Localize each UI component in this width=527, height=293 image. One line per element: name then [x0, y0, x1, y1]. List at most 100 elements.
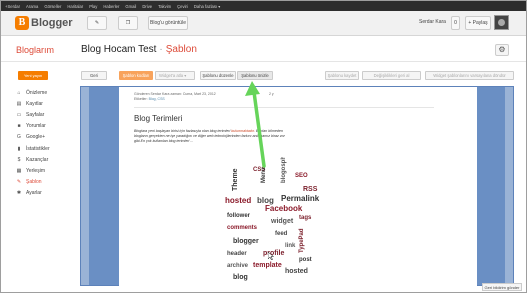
my-blogs-link[interactable]: Bloglarım — [16, 45, 54, 55]
template-preview: Gönderen Serdar Kara zaman: Cuma, Mart 2… — [80, 86, 514, 287]
back-button[interactable]: Geri — [81, 71, 107, 80]
sidebar-item-label: Sayfalar — [26, 111, 45, 118]
share-button[interactable]: + Paylaş — [465, 16, 491, 30]
post-divider — [134, 107, 434, 108]
blogger-logo-text[interactable]: Blogger — [31, 16, 73, 30]
sidebar-item-label: Google+ — [26, 134, 46, 141]
post-body-highlight: bulunmaktadır. — [231, 129, 255, 133]
gbar-item-search[interactable]: Arama — [26, 4, 38, 9]
blog-name: Blog Hocam Test — [81, 44, 157, 55]
sidebar-item-label: Yerleşim — [26, 167, 45, 174]
cloud-word: tags — [299, 215, 312, 221]
avatar[interactable] — [494, 15, 509, 30]
post-title[interactable]: Blog Terimleri — [134, 114, 182, 123]
cloud-word: link — [285, 243, 296, 249]
blogger-header: B Blogger ✎ ❐ Blog'u görüntüle Serdar Ka… — [1, 11, 526, 36]
trophy-icon: $ — [17, 156, 21, 163]
preview-post: Gönderen Serdar Kara zaman: Cuma, Mart 2… — [119, 87, 477, 287]
template-icon: ✎ — [16, 179, 22, 186]
header-divider — [1, 61, 526, 62]
format-template-button[interactable]: Şablonu düzenle — [200, 71, 236, 80]
pages-icon: ▭ — [16, 111, 22, 118]
sidebar-item-settings[interactable]: ✱ Ayarlar — [16, 188, 76, 199]
cloud-word: blogosphere — [281, 157, 287, 183]
pencil-icon: ✎ — [94, 20, 100, 26]
stats-icon: ▮ — [17, 145, 21, 152]
layout-icon: ▦ — [16, 167, 22, 174]
jump-to-widget-select[interactable]: Widget'a atla ▾ — [155, 71, 195, 80]
tag-cloud-image: CSS Theme hosted blog Facebook Permalink… — [225, 157, 320, 281]
gbar-item-plus[interactable]: +Serdar — [5, 4, 20, 9]
cloud-word: header — [227, 251, 247, 257]
sidebar-item-layout[interactable]: ▦ Yerleşim — [16, 165, 76, 176]
page-name: Şablon — [165, 44, 197, 55]
google-bar: +Serdar Arama Görseller Haritalar Play H… — [1, 1, 526, 11]
cloud-word: Menu — [261, 167, 267, 183]
page-title: Blog Hocam Test · Şablon — [81, 44, 197, 55]
sidebar-item-comments[interactable]: ■ Yorumlar — [16, 121, 76, 132]
cloud-word: template — [253, 262, 282, 269]
gbar-item-news[interactable]: Haberler — [103, 4, 119, 9]
sidebar-item-label: Kazançlar — [26, 156, 49, 163]
gbar-item-maps[interactable]: Haritalar — [67, 4, 83, 9]
gbar-item-play[interactable]: Play — [89, 4, 97, 9]
cloud-word: hosted — [225, 196, 251, 205]
sidebar-item-label: Önizleme — [26, 89, 48, 96]
cloud-word: post — [299, 257, 312, 263]
post-body-text: Bunları bilmeden — [254, 129, 283, 133]
google-plus-icon: G — [17, 134, 21, 141]
send-feedback-button[interactable]: Geri bildirim gönder — [482, 283, 522, 291]
user-name[interactable]: Serdar Kara — [419, 19, 446, 25]
gbar-item-images[interactable]: Görseller — [44, 4, 61, 9]
sidebar-item-label: Yorumlar — [26, 123, 46, 130]
blogger-window: +Serdar Arama Görseller Haritalar Play H… — [0, 0, 527, 293]
sidebar-item-earnings[interactable]: $ Kazançlar — [16, 154, 76, 165]
preview-left-margin — [81, 87, 89, 285]
sidebar-item-pages[interactable]: ▭ Sayfalar — [16, 109, 76, 120]
cloud-word: RSS — [303, 186, 318, 193]
document-icon: ❐ — [125, 20, 131, 26]
wrench-icon: ✱ — [16, 190, 22, 197]
revert-changes-button[interactable]: Değişiklikleri geri al — [362, 71, 421, 80]
sidebar-item-posts[interactable]: ▤ Kayıtlar — [16, 98, 76, 109]
cloud-word: blog — [233, 274, 248, 281]
template-code-button[interactable]: Şablon kodları — [119, 71, 153, 80]
revert-widgets-button[interactable]: Widget şablonlarını varsayılana döndür — [425, 71, 514, 80]
cloud-word: comments — [227, 225, 258, 231]
gbar-item-drive[interactable]: Drive — [142, 4, 152, 9]
cloud-word: SEO — [295, 173, 308, 179]
post-body-text: gibi.En çok kullanılan blog terimleri ..… — [134, 139, 194, 143]
sidebar-item-overview[interactable]: ⌂ Önizleme — [16, 87, 76, 98]
posts-icon: ▤ — [16, 100, 22, 107]
cloud-word: Permalink — [281, 194, 320, 203]
cloud-word: Theme — [232, 168, 239, 191]
gbar-item-more[interactable]: Daha fazlası ▾ — [194, 4, 221, 9]
cloud-word: hosted — [285, 268, 308, 275]
preview-right-margin — [505, 87, 513, 285]
sidebar-item-google-plus[interactable]: G Google+ — [16, 132, 76, 143]
posts-list-button[interactable]: ❐ — [118, 16, 138, 30]
post-meta: Gönderen Serdar Kara zaman: Cuma, Mart 2… — [134, 92, 216, 102]
gear-icon[interactable]: ⚙ — [495, 44, 509, 56]
cloud-word: widget — [270, 218, 294, 225]
cloud-word: follower — [227, 213, 251, 219]
home-icon: ⌂ — [17, 89, 21, 96]
notification-count[interactable]: 0 — [451, 16, 460, 30]
post-labels[interactable]: Blog, CSS — [149, 97, 165, 101]
sidebar-item-template[interactable]: ✎ Şablon — [16, 177, 76, 188]
sidebar-item-stats[interactable]: ▮ İstatistikler — [16, 143, 76, 154]
gbar-item-gmail[interactable]: Gmail — [125, 4, 136, 9]
gbar-item-calendar[interactable]: Takvim — [158, 4, 171, 9]
post-body: Bloglara yeni başlayan birisi için fazla… — [134, 129, 334, 144]
post-labels-prefix: Etiketler: — [134, 97, 148, 101]
view-blog-button[interactable]: Blog'u görüntüle — [148, 16, 188, 30]
gbar-item-translate[interactable]: Çeviri — [177, 4, 188, 9]
new-post-pencil-button[interactable]: ✎ — [87, 16, 107, 30]
blogger-logo-icon[interactable]: B — [15, 16, 29, 30]
sidebar-item-label: Şablon — [26, 179, 42, 186]
preview-template-button[interactable]: Şablonu önizle — [237, 71, 273, 80]
sidebar-item-label: Ayarlar — [26, 190, 42, 197]
sidebar-item-label: İstatistikler — [26, 145, 50, 152]
save-template-button[interactable]: Şablonu kaydet — [325, 71, 359, 80]
new-post-button[interactable]: Yeni yayın — [18, 71, 48, 80]
